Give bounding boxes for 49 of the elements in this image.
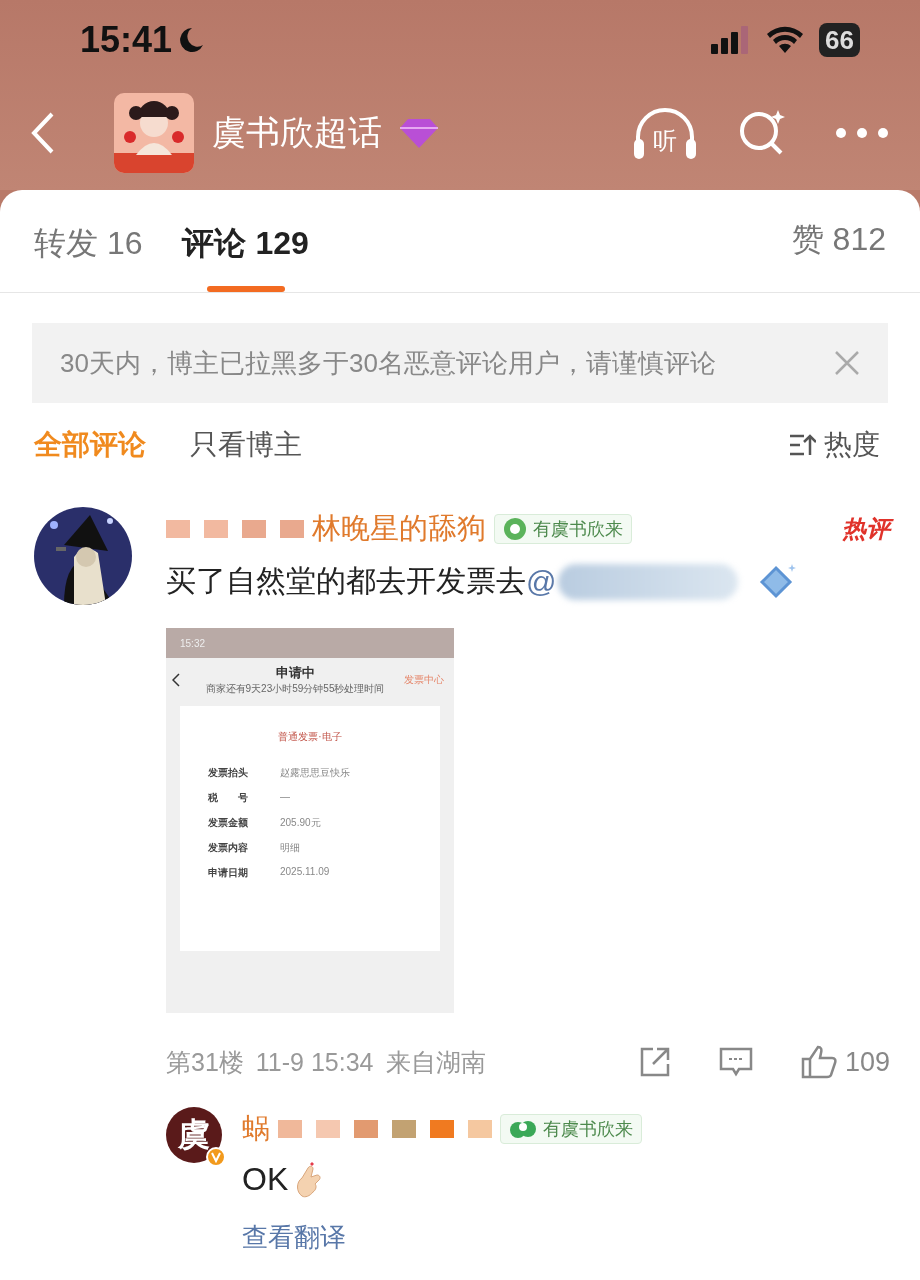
page-title: 虞书欣超话 <box>212 111 382 153</box>
field-label: 申请日期 <box>208 866 249 880</box>
screen-title: 申请中 <box>274 664 316 682</box>
fan-badge: 有虞书欣来 <box>494 514 632 544</box>
field-value: — <box>280 791 290 804</box>
field-value: 赵露思思豆快乐 <box>280 766 350 780</box>
field-value: 明细 <box>280 841 300 855</box>
status-time: 15:32 <box>180 637 206 649</box>
notice-text: 30天内，博主已拉黑多于30名恶意评论用户，请谨慎评论 <box>60 346 716 380</box>
author-name[interactable]: 林晚星的舔狗 <box>312 509 486 549</box>
filter-tab[interactable]: 只看博主 <box>190 426 302 464</box>
author-name[interactable]: 蜗 <box>242 1110 270 1148</box>
invoice-center-link: 发票中心 <box>404 673 445 687</box>
comment-location: 来自湖南 <box>385 1046 486 1078</box>
likes-count[interactable]: 赞 812 <box>791 218 886 262</box>
sort-button[interactable]: 热度 <box>782 425 886 465</box>
filter-tab[interactable]: 全部评论 <box>34 426 146 464</box>
diamond-icon <box>400 116 438 149</box>
share-button[interactable] <box>638 1046 671 1078</box>
back-icon <box>172 673 180 687</box>
more-icon[interactable] <box>834 125 890 140</box>
invoice-screenshot[interactable]: 15:32 申请中 商家还有9天23小时59分钟55秒处理时间 发票中心 普通发票·电子 发票抬头 赵露思思豆快乐 税 号 — 发票金额 205.90元 发票内容 明细 申请日期 2025.11.09 <box>166 628 454 1013</box>
moon-icon <box>178 26 205 54</box>
comment-date: 11-9 15:34 <box>255 1047 374 1077</box>
reply-button[interactable] <box>718 1047 753 1077</box>
back-icon[interactable] <box>30 110 56 155</box>
mention-link[interactable]: @ <box>526 564 557 599</box>
close-icon[interactable] <box>834 350 860 376</box>
field-label: 发票抬头 <box>208 766 249 780</box>
listen-button[interactable]: 听 <box>632 104 698 161</box>
sort-icon <box>788 433 816 457</box>
floor-number: 第31楼 <box>166 1046 244 1078</box>
field-label: 发票金额 <box>208 816 249 830</box>
field-value: 2025.11.09 <box>280 866 330 879</box>
wifi-icon <box>765 25 806 55</box>
comment-text: 买了自然堂的都去开发票去 <box>166 563 526 599</box>
battery-level: 66 <box>819 23 860 57</box>
fan-badge: 有虞书欣来 <box>500 1114 642 1144</box>
status-time: 15:41 <box>80 19 173 61</box>
screen-subtitle: 商家还有9天23小时59分钟55秒处理时间 <box>204 682 386 696</box>
field-label: 税 号 <box>208 791 249 805</box>
tab[interactable]: 评论 129 <box>182 206 309 292</box>
field-value: 205.90元 <box>280 816 321 830</box>
tab[interactable]: 转发 16 <box>34 206 143 292</box>
like-button[interactable]: 109 <box>800 1045 890 1079</box>
field-label: 发票内容 <box>208 841 249 855</box>
invoice-type: 普通发票·电子 <box>278 731 342 742</box>
translate-link[interactable]: 查看翻译 <box>242 1220 346 1255</box>
reply-text: OK <box>242 1161 289 1198</box>
